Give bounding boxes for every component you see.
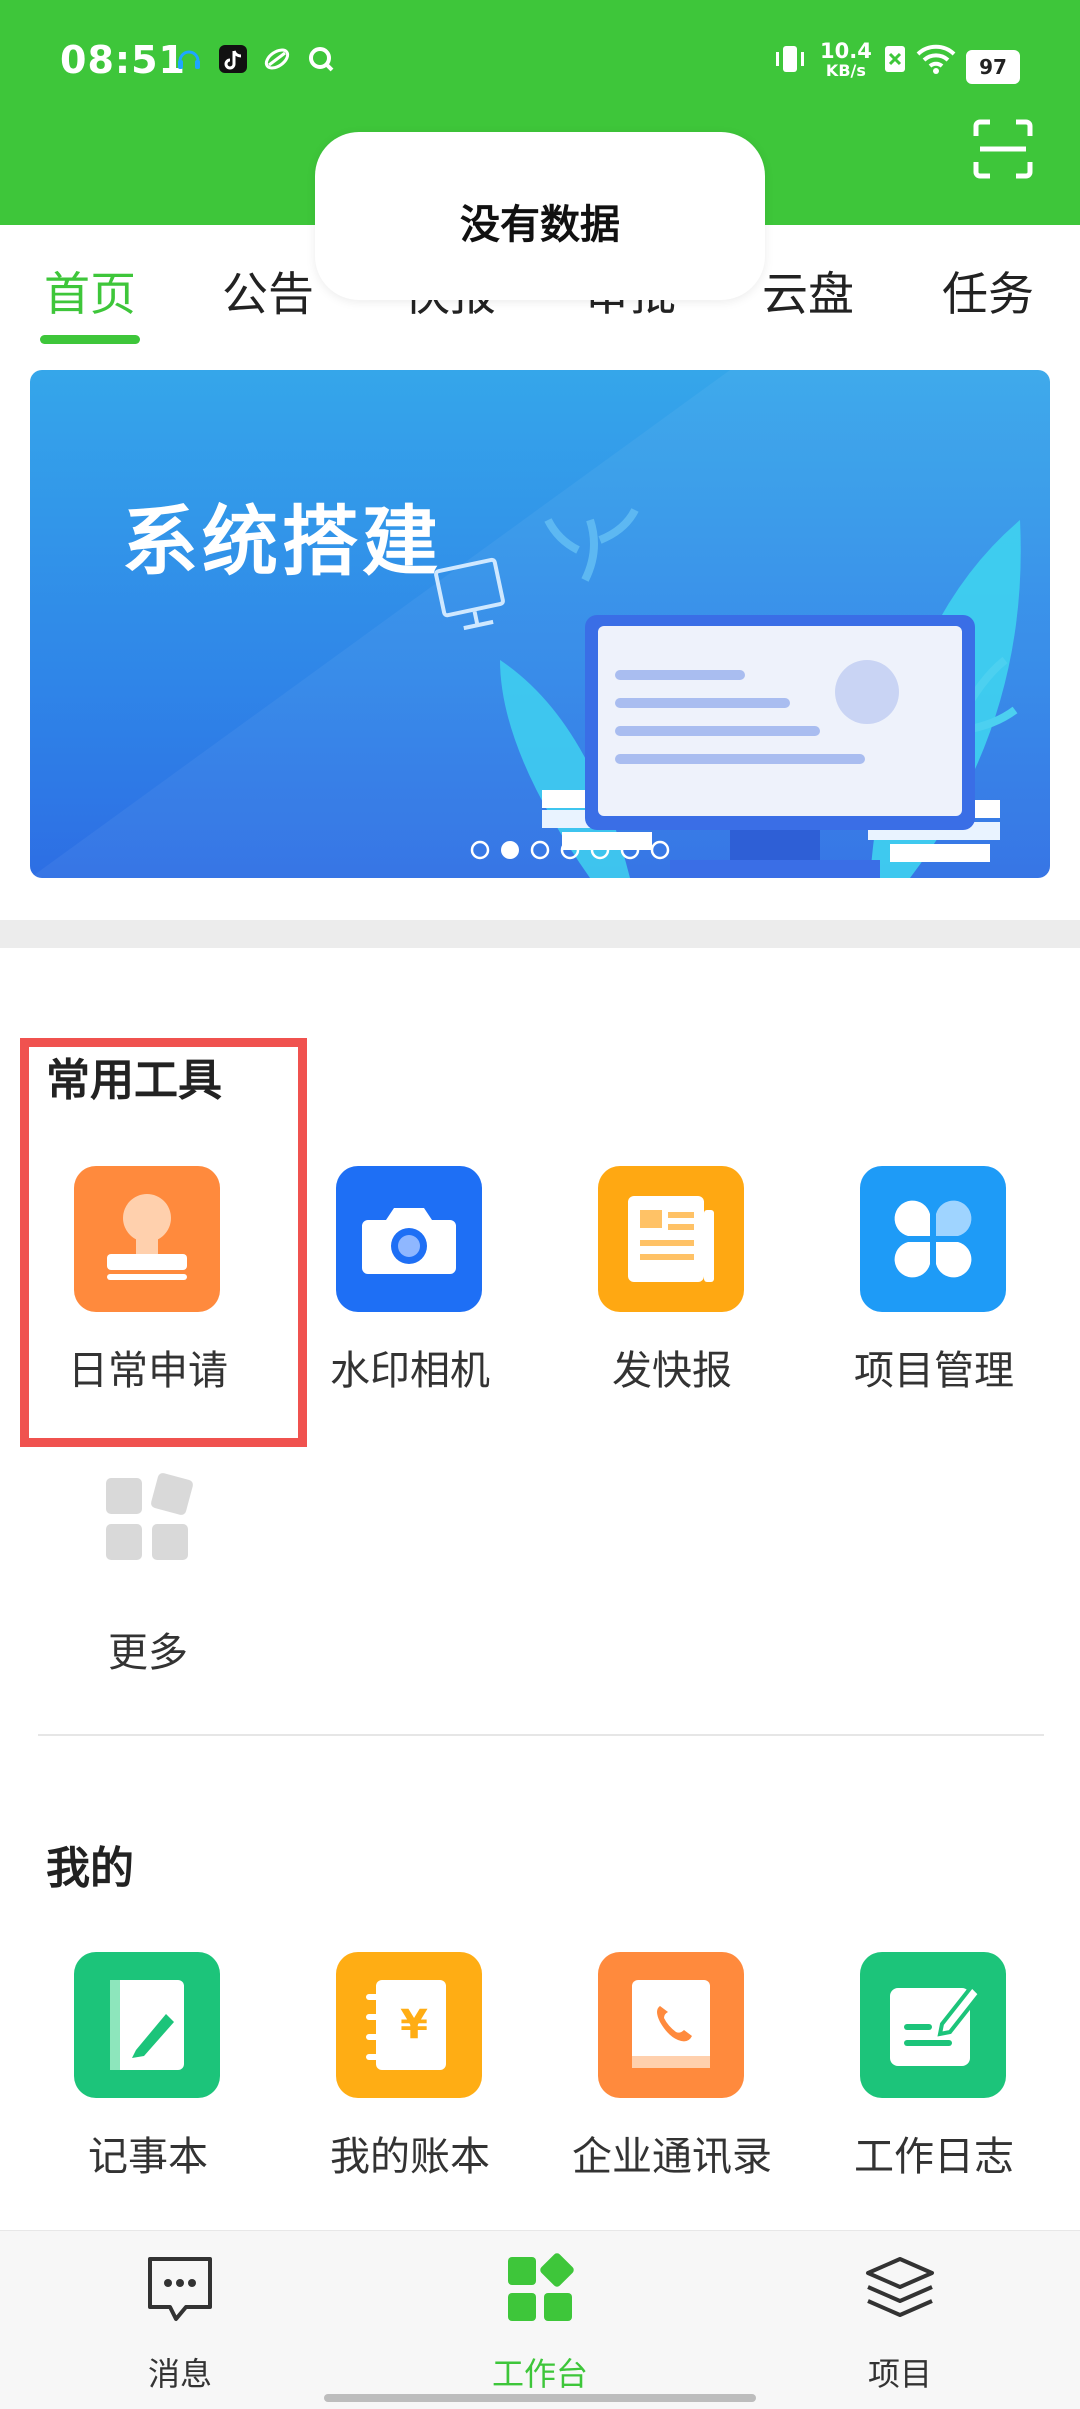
- contacts-icon: [598, 1952, 744, 2098]
- layers-icon: [866, 2257, 934, 2317]
- leaf-app-icon: [264, 48, 290, 70]
- mine-ledger[interactable]: ¥ 我的账本: [280, 1952, 540, 2192]
- battery-indicator: 97: [966, 50, 1020, 84]
- banner-carousel[interactable]: 系统搭建: [30, 370, 1050, 878]
- toast-message: 没有数据: [460, 202, 620, 248]
- tool-label: 更多: [108, 1630, 188, 1676]
- divider: [38, 1734, 1044, 1736]
- mine-enterprise-contacts[interactable]: 企业通讯录: [542, 1952, 802, 2192]
- section-separator: [0, 920, 1080, 948]
- headset-icon: [178, 50, 200, 69]
- tab-active-indicator: [40, 335, 140, 344]
- tool-label: 工作日志: [854, 2134, 1014, 2180]
- nav-label: 消息: [147, 2355, 212, 2393]
- tiktok-icon: [219, 45, 247, 73]
- net-speed: 10.4 KB/s: [820, 39, 872, 81]
- sim-disabled-icon: [885, 46, 905, 72]
- status-time: 08:51: [60, 38, 186, 82]
- tool-label: 水印相机: [330, 1348, 490, 1394]
- tool-label: 记事本: [88, 2134, 208, 2180]
- home-indicator[interactable]: [324, 2394, 756, 2402]
- toast: 没有数据: [315, 132, 765, 300]
- nav-label: 项目: [867, 2355, 932, 2393]
- banner-pagination[interactable]: [470, 838, 680, 862]
- wifi-icon: [916, 44, 956, 74]
- tab-tasks[interactable]: 任务: [942, 258, 1034, 324]
- banner-illustration: [30, 370, 1050, 878]
- tool-watermark-camera[interactable]: 水印相机: [280, 1166, 540, 1406]
- workbench-icon: [508, 2253, 574, 2321]
- tool-label: 项目管理: [854, 1348, 1014, 1394]
- scan-icon[interactable]: [972, 118, 1034, 180]
- highlight-box: [20, 1038, 307, 1447]
- worklog-icon: [860, 1952, 1006, 2098]
- mine-work-log[interactable]: 工作日志: [804, 1952, 1064, 2192]
- tool-label: 我的账本: [330, 2134, 490, 2180]
- svg-text:¥: ¥: [400, 2002, 428, 2048]
- tab-cloud-disk[interactable]: 云盘: [762, 258, 854, 324]
- vibrate-icon: [776, 46, 804, 72]
- tool-label: 发快报: [612, 1348, 732, 1394]
- tool-send-bulletin[interactable]: 发快报: [542, 1166, 802, 1406]
- nav-label: 工作台: [491, 2355, 588, 2393]
- tab-home[interactable]: 首页: [44, 258, 136, 324]
- tab-announcement[interactable]: 公告: [222, 258, 314, 324]
- clover-icon: [860, 1166, 1006, 1312]
- nav-messages[interactable]: 消息: [80, 2251, 280, 2401]
- notebook-icon: [74, 1952, 220, 2098]
- search-app-icon: [309, 47, 334, 72]
- tool-more[interactable]: 更多: [18, 1448, 278, 1688]
- more-grid-icon: [74, 1448, 220, 1594]
- tool-label: 企业通讯录: [572, 2134, 772, 2180]
- nav-workbench[interactable]: 工作台: [440, 2251, 640, 2401]
- camera-icon: [336, 1166, 482, 1312]
- message-icon: [148, 2257, 212, 2321]
- nav-projects[interactable]: 项目: [800, 2251, 1000, 2401]
- mine-title: 我的: [46, 1843, 134, 1894]
- mine-notebook[interactable]: 记事本: [18, 1952, 278, 2192]
- ledger-icon: ¥: [336, 1952, 482, 2098]
- newspaper-icon: [598, 1166, 744, 1312]
- bottom-nav: 消息 工作台 项目: [0, 2230, 1080, 2409]
- tool-project-management[interactable]: 项目管理: [804, 1166, 1064, 1406]
- banner-title: 系统搭建: [122, 497, 442, 586]
